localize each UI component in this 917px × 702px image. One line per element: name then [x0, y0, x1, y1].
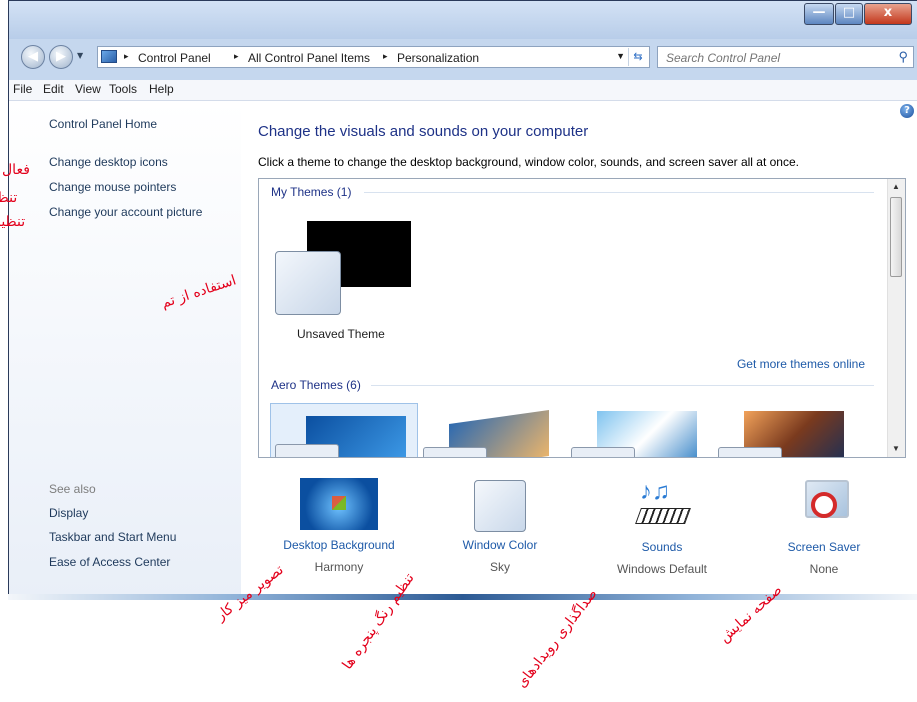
address-dropdown-icon[interactable]: ▼: [616, 51, 625, 61]
annotation-sounds: صداگذاری رویدادهای: [513, 585, 601, 691]
themes-scrollbar[interactable]: ▲ ▼: [887, 179, 905, 457]
sounds-label: Sounds: [641, 540, 683, 554]
menu-view[interactable]: View: [75, 82, 101, 96]
change-mouse-pointers-link[interactable]: Change mouse pointers: [49, 180, 176, 194]
breadcrumb-all-items[interactable]: All Control Panel Items: [248, 51, 370, 65]
my-themes-header: My Themes (1): [271, 185, 352, 199]
window-color-value: Sky: [489, 560, 510, 574]
menu-file[interactable]: File: [13, 82, 32, 96]
breadcrumb-separator[interactable]: ▸: [234, 51, 239, 62]
theme-window-preview: [423, 447, 487, 457]
sounds-button[interactable]: ♪♫ Sounds Windows Default: [610, 478, 714, 576]
scroll-thumb[interactable]: [890, 197, 902, 277]
desktop-background-value: Harmony: [314, 560, 364, 574]
group-divider: [364, 192, 874, 193]
page-heading: Change the visuals and sounds on your co…: [258, 123, 589, 140]
display-link[interactable]: Display: [49, 506, 88, 520]
maximize-button[interactable]: □: [835, 3, 863, 25]
annotation-settings-2: تنظیم: [0, 214, 26, 230]
control-panel-icon: [101, 50, 117, 63]
recent-pages-chevron-icon[interactable]: ▼: [77, 51, 83, 60]
aero-theme-windows7[interactable]: [270, 403, 418, 457]
window-color-label: Window Color: [462, 538, 538, 552]
theme-window-preview: [571, 447, 635, 457]
get-more-themes-link[interactable]: Get more themes online: [737, 357, 865, 371]
menu-edit[interactable]: Edit: [43, 82, 64, 96]
left-task-pane: Control Panel Home Change desktop icons …: [9, 101, 241, 597]
breadcrumb-personalization[interactable]: Personalization: [397, 51, 479, 65]
scroll-up-icon[interactable]: ▲: [892, 182, 900, 191]
sounds-icon: ♪♫: [634, 478, 691, 532]
title-bar: [9, 1, 917, 39]
refresh-icon[interactable]: ⇆: [628, 48, 647, 66]
breadcrumb-control-panel[interactable]: Control Panel: [138, 51, 211, 65]
aero-theme-landscapes[interactable]: [714, 407, 854, 457]
change-account-picture-link[interactable]: Change your account picture: [49, 205, 202, 219]
theme-window-preview: [275, 251, 341, 315]
address-bar[interactable]: ▸ Control Panel ▸ All Control Panel Item…: [97, 46, 650, 68]
breadcrumb-separator[interactable]: ▸: [383, 51, 388, 62]
close-button[interactable]: x: [864, 3, 912, 25]
help-icon[interactable]: ?: [900, 104, 914, 118]
theme-window-preview: [275, 444, 339, 457]
screen-saver-label: Screen Saver: [787, 540, 861, 554]
scroll-down-icon[interactable]: ▼: [892, 444, 900, 453]
window-color-button[interactable]: Window Color Sky: [444, 478, 556, 574]
back-button[interactable]: ◀: [21, 45, 45, 69]
aero-themes-header: Aero Themes (6): [271, 378, 361, 392]
desktop-background-icon: [300, 478, 378, 530]
theme-window-preview: [718, 447, 782, 457]
menu-tools[interactable]: Tools: [109, 82, 137, 96]
breadcrumb-separator[interactable]: ▸: [124, 51, 129, 62]
minimize-button[interactable]: —: [804, 3, 834, 25]
menu-bar: File Edit View Tools Help: [9, 80, 917, 101]
themes-list: My Themes (1) Unsaved Theme Get more the…: [258, 178, 906, 458]
desktop-background-label: Desktop Background: [283, 538, 395, 552]
ease-of-access-link[interactable]: Ease of Access Center: [49, 555, 170, 569]
aero-theme-characters[interactable]: [567, 407, 707, 457]
annotation-settings-1: تنظی: [0, 190, 18, 206]
group-divider: [371, 385, 874, 386]
menu-help[interactable]: Help: [149, 82, 174, 96]
aero-theme-architecture[interactable]: [419, 407, 559, 457]
unsaved-theme-tile[interactable]: [275, 221, 415, 321]
screen-saver-icon: [799, 478, 849, 532]
taskbar-start-menu-link[interactable]: Taskbar and Start Menu: [49, 530, 176, 544]
see-also-header: See also: [49, 482, 96, 496]
screen-saver-value: None: [809, 562, 839, 576]
change-desktop-icons-link[interactable]: Change desktop icons: [49, 155, 168, 169]
window-color-icon: [474, 480, 526, 532]
search-input[interactable]: [664, 50, 883, 66]
annotation-activate: فعال: [2, 162, 30, 178]
forward-button[interactable]: ▶: [49, 45, 73, 69]
page-description: Click a theme to change the desktop back…: [258, 155, 799, 169]
sounds-value: Windows Default: [616, 562, 708, 576]
search-box[interactable]: ⚲: [657, 46, 914, 68]
desktop-background-button[interactable]: Desktop Background Harmony: [270, 478, 408, 574]
search-icon[interactable]: ⚲: [898, 49, 908, 65]
control-panel-home-link[interactable]: Control Panel Home: [49, 117, 157, 131]
unsaved-theme-label: Unsaved Theme: [297, 327, 385, 341]
screen-saver-button[interactable]: Screen Saver None: [776, 478, 872, 576]
